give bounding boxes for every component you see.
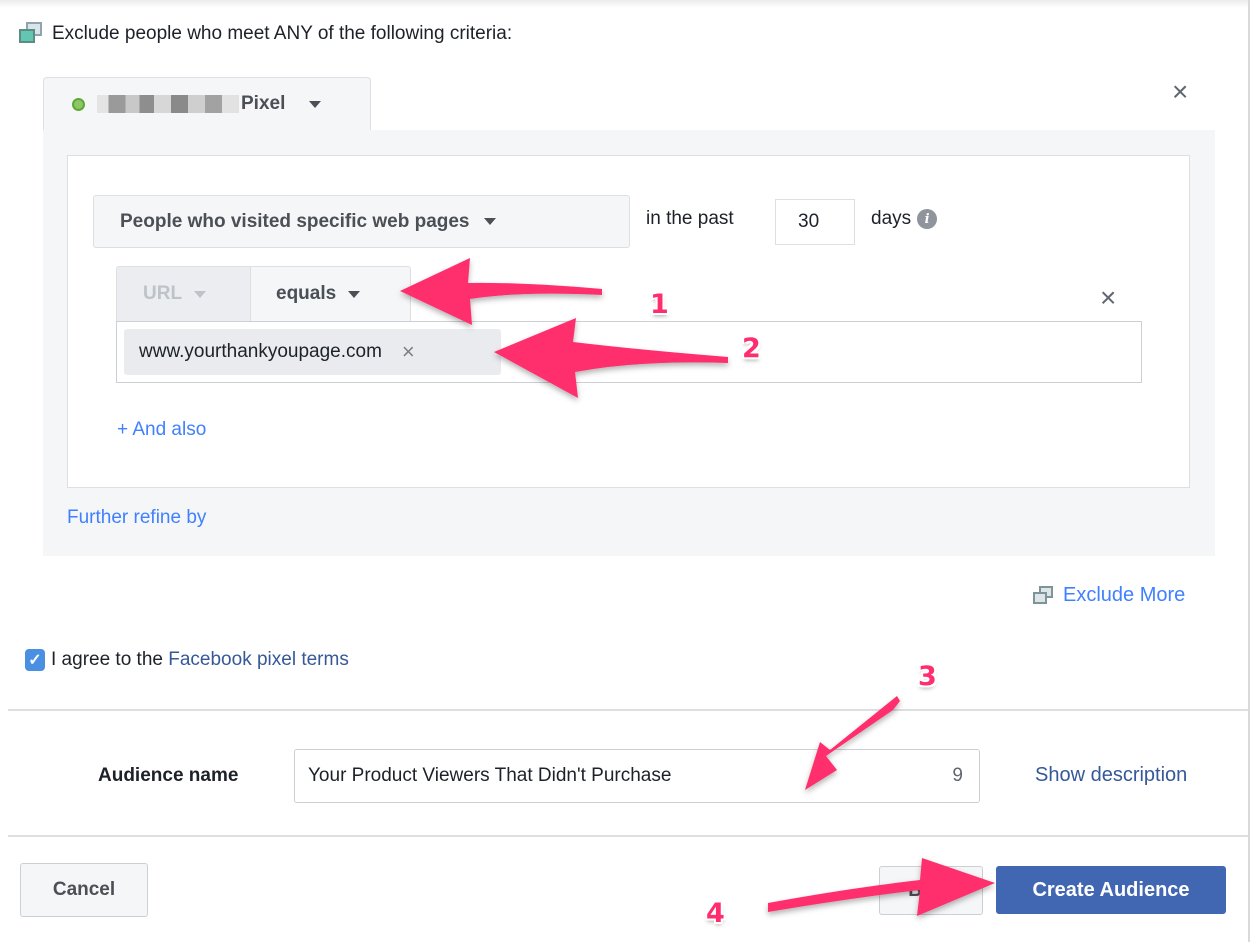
days-label: days bbox=[871, 208, 912, 229]
exclude-header: Exclude people who meet ANY of the follo… bbox=[18, 22, 512, 46]
back-button[interactable]: Back bbox=[879, 866, 983, 915]
show-description-link[interactable]: Show description bbox=[1035, 764, 1187, 787]
operator-dropdown[interactable]: equals bbox=[250, 266, 411, 322]
remove-rule-close-icon[interactable]: × bbox=[1100, 284, 1116, 312]
agree-checkbox[interactable]: ✓ bbox=[25, 649, 45, 671]
info-icon[interactable]: i bbox=[917, 209, 938, 229]
url-field-dropdown[interactable]: URL bbox=[116, 266, 250, 322]
further-refine-link[interactable]: Further refine by bbox=[67, 507, 206, 529]
url-token: www.yourthankyoupage.com × bbox=[124, 329, 501, 375]
chevron-down-icon bbox=[348, 290, 361, 298]
divider bbox=[8, 835, 1248, 837]
audience-name-label: Audience name bbox=[98, 765, 239, 786]
url-field-label: URL bbox=[143, 283, 183, 304]
rule-type-dropdown[interactable]: People who visited specific web pages bbox=[93, 195, 630, 248]
copy-stack-icon bbox=[1033, 585, 1055, 606]
rule-type-label: People who visited specific web pages bbox=[120, 210, 470, 232]
pixel-status-dot-icon bbox=[72, 97, 85, 111]
agree-terms-row: ✓ I agree to the Facebook pixel terms bbox=[25, 649, 349, 671]
chevron-down-icon bbox=[483, 218, 496, 225]
remove-token-icon[interactable]: × bbox=[402, 339, 415, 365]
copy-stack-icon bbox=[18, 22, 44, 46]
in-the-past-label: in the past bbox=[646, 208, 734, 229]
remaining-char-count: 9 bbox=[952, 765, 963, 786]
audience-name-value: Your Product Viewers That Didn't Purchas… bbox=[308, 765, 672, 786]
exclude-header-text: Exclude people who meet ANY of the follo… bbox=[52, 23, 513, 44]
annotation-step-2: 2 bbox=[742, 333, 761, 364]
and-also-link[interactable]: + And also bbox=[117, 419, 206, 441]
chevron-down-icon bbox=[309, 100, 322, 108]
chevron-down-icon bbox=[194, 290, 207, 298]
top-shadow bbox=[0, 0, 1250, 8]
agree-text: I agree to the bbox=[51, 649, 169, 670]
annotation-step-4: 4 bbox=[706, 898, 725, 929]
remove-pixel-group-close-icon[interactable]: × bbox=[1172, 78, 1188, 106]
pixel-name-suffix: Pixel bbox=[241, 93, 286, 114]
url-token-value: www.yourthankyoupage.com bbox=[139, 341, 382, 362]
divider bbox=[8, 709, 1248, 711]
operator-label: equals bbox=[276, 283, 337, 304]
audience-name-input[interactable]: Your Product Viewers That Didn't Purchas… bbox=[294, 749, 980, 803]
cancel-button[interactable]: Cancel bbox=[20, 863, 148, 917]
exclude-more-label: Exclude More bbox=[1063, 584, 1186, 606]
pixel-terms-link[interactable]: Facebook pixel terms bbox=[168, 649, 349, 671]
pixel-selector-dropdown[interactable]: Pixel bbox=[43, 77, 371, 130]
create-audience-button[interactable]: Create Audience bbox=[996, 866, 1226, 914]
days-label-group: days i bbox=[871, 208, 938, 230]
annotation-step-1: 1 bbox=[650, 289, 669, 320]
exclude-more-link[interactable]: Exclude More bbox=[1033, 584, 1185, 607]
retention-days-input[interactable]: 30 bbox=[775, 199, 855, 245]
redacted-pixel-name bbox=[97, 95, 239, 113]
annotation-step-3: 3 bbox=[918, 661, 937, 692]
